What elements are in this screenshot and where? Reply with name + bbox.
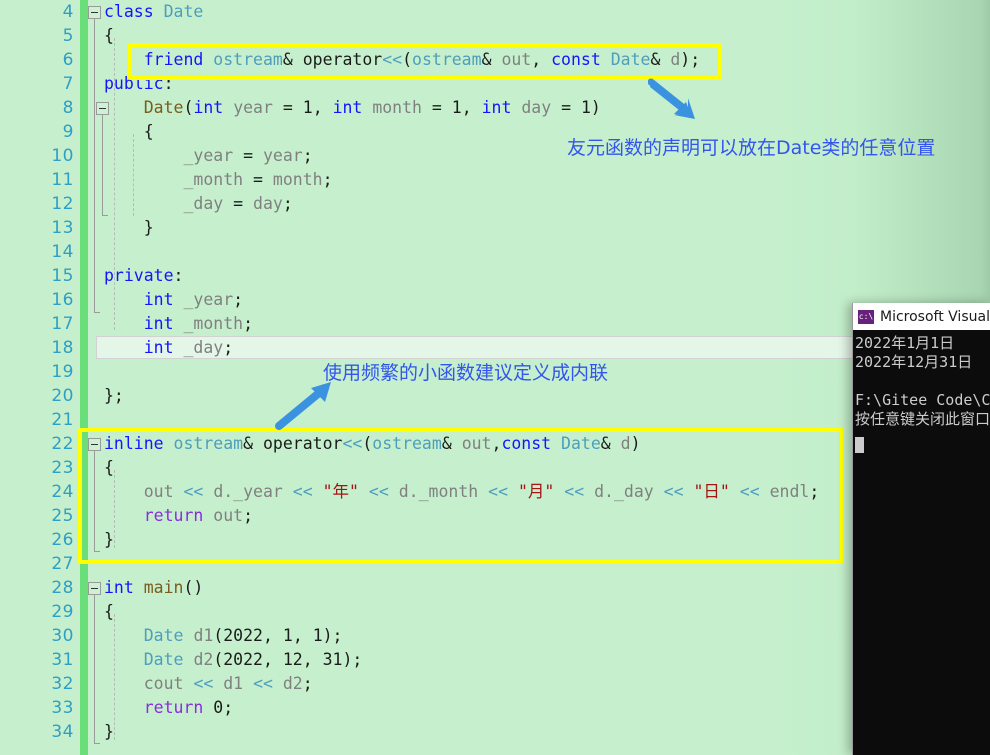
- code-line-28: int main(): [104, 578, 204, 597]
- line-number-20: 20: [51, 386, 74, 406]
- code-editor[interactable]: 4 5 6 7 8 9 10 11 12 13 14 15 16 17 18 19 20 21 22 23 24 25 26…: [0, 0, 990, 755]
- console-icon: c:\: [858, 309, 874, 324]
- console-window[interactable]: c:\ Microsoft Visual St 2022年1月1日 2022年1…: [852, 303, 990, 755]
- line-number-7: 7: [62, 74, 74, 94]
- fold-guide-line: [94, 19, 95, 312]
- code-line-30: Date d1(2022, 1, 1);: [143, 626, 343, 645]
- line-number-6: 6: [62, 50, 74, 70]
- line-number-17: 17: [51, 314, 74, 334]
- inline-operator-box: [78, 428, 844, 564]
- line-number-21: 21: [51, 410, 74, 430]
- code-line-11: _month = month;: [183, 170, 333, 189]
- code-line-20: };: [104, 386, 124, 405]
- line-number-5: 5: [62, 26, 74, 46]
- friend-note-arrow: [648, 78, 695, 119]
- line-number-12: 12: [51, 194, 74, 214]
- inline-note-text: 使用频繁的小函数建议定义成内联: [323, 362, 609, 384]
- code-line-18: int _day;: [143, 338, 234, 357]
- code-line-5: {: [104, 26, 114, 45]
- line-number-16: 16: [51, 290, 74, 310]
- code-line-4: class Date: [104, 2, 204, 21]
- code-line-17: int _month;: [143, 314, 254, 333]
- code-line-32: cout << d1 << d2;: [143, 674, 313, 693]
- friend-note-text: 友元函数的声明可以放在Date类的任意位置: [567, 137, 936, 159]
- line-number-32: 32: [51, 674, 74, 694]
- code-line-29: {: [104, 602, 114, 621]
- code-line-12: _day = day;: [183, 194, 293, 213]
- change-indicator-bar: [80, 0, 88, 755]
- code-line-33: return 0;: [143, 698, 234, 717]
- line-number-33: 33: [51, 698, 74, 718]
- line-number-11: 11: [51, 170, 74, 190]
- console-title-bar[interactable]: c:\ Microsoft Visual St: [853, 303, 990, 330]
- line-number-24: 24: [51, 482, 74, 502]
- line-number-29: 29: [51, 602, 74, 622]
- console-caret: [855, 437, 864, 453]
- line-number-31: 31: [51, 650, 74, 670]
- code-line-16: int _year;: [143, 290, 244, 309]
- line-number-4: 4: [62, 2, 74, 22]
- console-title: Microsoft Visual St: [880, 308, 990, 325]
- line-number-10: 10: [51, 146, 74, 166]
- line-number-22: 22: [51, 434, 74, 454]
- code-line-31: Date d2(2022, 12, 31);: [143, 650, 363, 669]
- code-line-9: {: [143, 122, 154, 141]
- inline-note-arrow: [275, 382, 331, 430]
- line-number-15: 15: [51, 266, 74, 286]
- line-number-30: 30: [51, 626, 74, 646]
- line-number-26: 26: [51, 530, 74, 550]
- fold-guide-line: [102, 115, 103, 215]
- line-number-18: 18: [51, 338, 74, 358]
- line-number-19: 19: [51, 362, 74, 382]
- fold-toggle-main[interactable]: [88, 582, 101, 595]
- line-number-8: 8: [62, 98, 74, 118]
- console-icon-label: c:\: [858, 311, 874, 321]
- code-line-15: private:: [104, 266, 184, 285]
- friend-decl-box: [128, 43, 722, 80]
- line-number-gutter: 4 5 6 7 8 9 10 11 12 13 14 15 16 17 18 19 20 21 22 23 24 25 26…: [0, 0, 80, 755]
- line-number-27: 27: [51, 554, 74, 574]
- fold-toggle-class-date[interactable]: [88, 6, 101, 19]
- code-line-10: _year = year;: [183, 146, 313, 165]
- fold-guide-end: [94, 743, 100, 744]
- code-line-34: }: [104, 722, 114, 741]
- code-line-8: Date(int year = 1, int month = 1, int da…: [143, 98, 601, 117]
- fold-guide-end: [94, 312, 100, 313]
- line-number-25: 25: [51, 506, 74, 526]
- line-number-9: 9: [62, 122, 74, 142]
- code-line-13: }: [143, 218, 154, 237]
- fold-guide-line: [94, 595, 95, 743]
- line-number-14: 14: [51, 242, 74, 262]
- console-output: 2022年1月1日 2022年12月31日 F:\Gitee Code\C++ …: [855, 334, 990, 428]
- line-number-23: 23: [51, 458, 74, 478]
- line-number-28: 28: [51, 578, 74, 598]
- line-number-34: 34: [51, 722, 74, 742]
- line-number-13: 13: [51, 218, 74, 238]
